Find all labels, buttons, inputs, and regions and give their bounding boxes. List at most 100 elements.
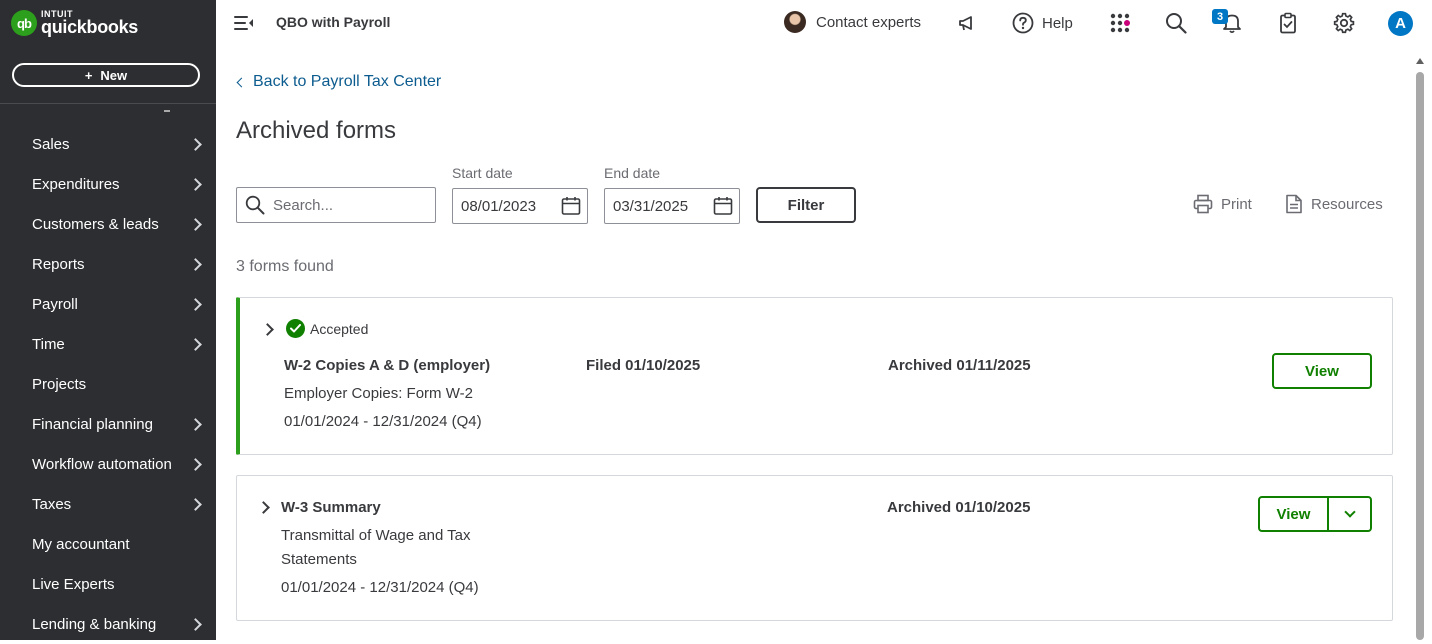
sidebar-item[interactable]: Time [0,324,216,364]
scroll-up-arrow[interactable] [1416,58,1424,64]
form-card: Accepted W-2 Copies A & D (employer) Emp… [236,297,1393,455]
chevron-right-icon [189,457,202,471]
sidebar-item[interactable]: Payroll [0,284,216,324]
sidebar-item-label: Expenditures [32,175,120,193]
search-input[interactable] [273,196,423,214]
start-date-field[interactable]: 08/01/2023 [452,188,588,224]
new-button-label: New [100,67,128,83]
menu-collapse-icon[interactable] [234,14,254,32]
form-description: Employer Copies: Form W-2 [284,385,473,402]
help-icon [1012,12,1034,34]
sidebar-item[interactable]: Lending & banking [0,604,216,644]
resources-button[interactable]: Resources [1285,194,1383,214]
sidebar-item[interactable]: Customers & leads [0,204,216,244]
chevron-right-icon[interactable] [257,501,270,514]
contact-experts-button[interactable]: Contact experts [784,11,921,33]
form-period: 01/01/2024 - 12/31/2024 (Q4) [284,413,482,430]
sidebar-item[interactable]: Sales [0,124,216,164]
apps-icon[interactable] [1107,10,1133,36]
sidebar-item[interactable]: My accountant [0,524,216,564]
page-title: Archived forms [236,117,397,144]
start-date-value: 08/01/2023 [461,197,537,215]
chevron-right-icon [189,137,202,151]
sidebar-item-label: Taxes [32,495,72,513]
resources-label: Resources [1311,195,1383,213]
help-button[interactable]: Help [1012,12,1073,34]
search-icon[interactable] [1163,10,1189,36]
sidebar-item-label: Lending & banking [32,615,157,633]
logo-product-text: quickbooks [41,17,139,37]
sidebar-item[interactable]: Financial planning [0,404,216,444]
sidebar-item-label: Payroll [32,295,78,313]
chevron-down-icon [1343,506,1356,518]
calendar-icon[interactable] [561,196,581,216]
scroll-thumb[interactable] [1416,72,1424,640]
help-label: Help [1042,14,1073,32]
document-icon [1286,194,1302,214]
contact-experts-label: Contact experts [816,13,922,31]
end-date-label: End date [604,165,661,181]
qb-logo-icon: qb [11,10,37,36]
sidebar-item[interactable]: Live Experts [0,564,216,604]
search-icon [245,195,265,215]
sidebar: qb INTUIT quickbooks + New Sales Expendit… [0,0,216,640]
archived-date: Archived 01/11/2025 [888,357,1031,374]
megaphone-icon[interactable] [954,10,980,36]
sidebar-item-label: My accountant [32,535,130,553]
new-button[interactable]: + New [12,63,200,87]
form-description-line1: Transmittal of Wage and Tax [281,527,471,544]
print-button[interactable]: Print [1193,194,1252,214]
company-name[interactable]: QBO with Payroll [276,14,390,30]
form-card: W-3 Summary Transmittal of Wage and Tax … [236,475,1393,621]
chevron-right-icon [189,497,202,511]
user-avatar[interactable]: A [1388,11,1413,36]
sidebar-item[interactable]: Taxes [0,484,216,524]
sidebar-item-label: Time [32,335,65,353]
form-description-line2: Statements [281,551,357,568]
quickbooks-logo[interactable]: qb INTUIT quickbooks [11,10,138,36]
chevron-right-icon [189,217,202,231]
check-circle-icon [286,319,305,338]
chevron-right-icon [189,417,202,431]
status-badge: Accepted [286,319,368,338]
end-date-field[interactable]: 03/31/2025 [604,188,740,224]
sidebar-nav: Sales Expenditures Customers & leads Report… [0,124,216,644]
printer-icon [1193,194,1213,214]
form-period: 01/01/2024 - 12/31/2024 (Q4) [281,579,479,596]
form-title: W-2 Copies A & D (employer) [284,357,491,374]
view-button[interactable]: View [1260,498,1329,530]
sidebar-item[interactable]: Workflow automation [0,444,216,484]
view-split-button: View [1258,496,1372,532]
view-options-dropdown[interactable] [1329,498,1370,530]
calendar-icon[interactable] [713,196,733,216]
chevron-right-icon [189,617,202,631]
clipboard-icon[interactable] [1275,10,1301,36]
results-count: 3 forms found [236,258,334,275]
chevron-right-icon [189,297,202,311]
notification-badge: 3 [1212,9,1228,24]
back-link[interactable]: Back to Payroll Tax Center [236,73,441,91]
chevron-right-icon [189,257,202,271]
page-scrollbar[interactable] [1414,58,1426,640]
top-bar: QBO with Payroll Contact experts Help 3 … [216,0,1432,48]
chevron-left-icon [236,77,247,87]
sidebar-item-label: Financial planning [32,415,153,433]
sidebar-item[interactable]: Reports [0,244,216,284]
chevron-right-icon[interactable] [261,323,274,336]
sidebar-item-label: Sales [32,135,70,153]
start-date-label: Start date [452,165,513,181]
archived-date: Archived 01/10/2025 [887,499,1031,516]
view-button[interactable]: View [1272,353,1372,389]
status-label: Accepted [310,320,369,337]
scroll-indicator [164,110,170,112]
sidebar-item-label: Projects [32,375,87,393]
plus-icon: + [84,67,93,83]
expert-avatar [784,11,806,33]
search-field[interactable] [236,187,436,223]
filter-button[interactable]: Filter [756,187,856,223]
gear-icon[interactable] [1331,10,1357,36]
sidebar-item[interactable]: Expenditures [0,164,216,204]
form-title: W-3 Summary [281,499,381,516]
sidebar-item-label: Reports [32,255,85,273]
sidebar-item[interactable]: Projects [0,364,216,404]
